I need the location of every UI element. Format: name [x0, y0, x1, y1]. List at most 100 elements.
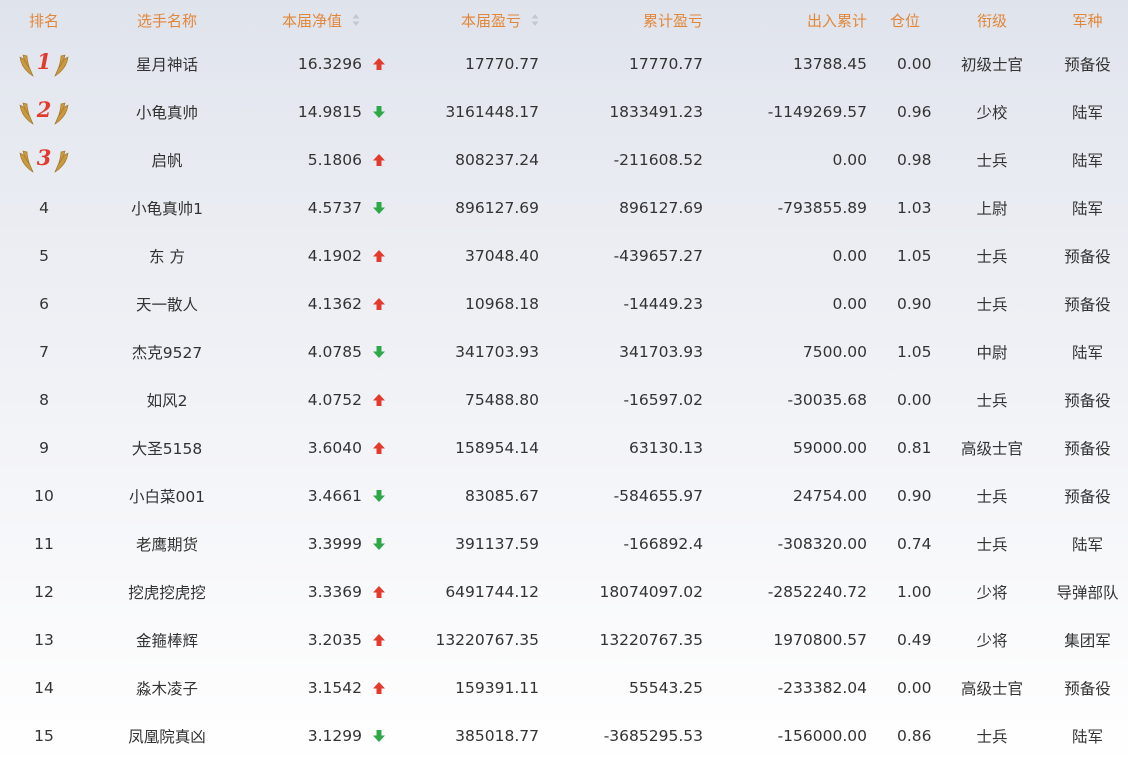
pl-value: 896127.69 — [455, 199, 539, 217]
table-row[interactable]: 1 星月神话 16.3296 17770.77 17770.77 13788.4… — [0, 40, 1128, 88]
rank-number: 4 — [39, 199, 49, 217]
nav-cell: 14.9815 — [246, 88, 406, 136]
player-name[interactable]: 凤凰院真凶 — [88, 712, 246, 760]
rank-cell: 3 — [0, 136, 88, 184]
cum-pl-value: 341703.93 — [619, 343, 703, 361]
arrow-up-icon — [372, 393, 386, 407]
table-row[interactable]: 3 启帆 5.1806 808237.24 -211608.52 0.00 0.… — [0, 136, 1128, 184]
rank-number: 3 — [36, 145, 52, 170]
nav-cell: 4.5737 — [246, 184, 406, 232]
table-row[interactable]: 8 如风2 4.0752 75488.80 -16597.02 -30035.6… — [0, 376, 1128, 424]
ranking-table: 排名 选手名称 本届净值 本届盈亏 累计盈亏 出入累计 仓位 衔级 军种 1 星… — [0, 0, 1128, 760]
player-name[interactable]: 东 方 — [88, 232, 246, 280]
position-value: 0.00 — [897, 391, 932, 409]
rank-cell: 5 — [0, 232, 88, 280]
sort-icon[interactable] — [352, 13, 360, 27]
table-row[interactable]: 14 淼木凌子 3.1542 159391.11 55543.25 -23338… — [0, 664, 1128, 712]
cum-pl-value: 55543.25 — [629, 679, 703, 697]
nav-cell: 3.6040 — [246, 424, 406, 472]
player-name[interactable]: 小龟真帅 — [88, 88, 246, 136]
table-row[interactable]: 2 小龟真帅 14.9815 3161448.17 1833491.23 -11… — [0, 88, 1128, 136]
rank-number: 5 — [39, 247, 49, 265]
arm-value: 陆军 — [1071, 536, 1103, 554]
arrow-down-icon — [372, 489, 386, 503]
table-row[interactable]: 11 老鹰期货 3.3999 391137.59 -166892.4 -3083… — [0, 520, 1128, 568]
nav-value: 4.0752 — [307, 391, 362, 409]
cum-pl-value: -14449.23 — [623, 295, 703, 313]
rank-cell: 8 — [0, 376, 88, 424]
table-row[interactable]: 15 凤凰院真凶 3.1299 385018.77 -3685295.53 -1… — [0, 712, 1128, 760]
nav-cell: 4.0752 — [246, 376, 406, 424]
arm-value: 导弹部队 — [1056, 584, 1119, 602]
player-name[interactable]: 天一散人 — [88, 280, 246, 328]
cum-pl-value: 13220767.35 — [599, 631, 703, 649]
player-name[interactable]: 如风2 — [88, 376, 246, 424]
arm-value: 预备役 — [1064, 488, 1111, 506]
table-row[interactable]: 5 东 方 4.1902 37048.40 -439657.27 0.00 1.… — [0, 232, 1128, 280]
pl-value: 385018.77 — [455, 727, 539, 745]
nav-value: 4.0785 — [307, 343, 362, 361]
nav-cell: 4.0785 — [246, 328, 406, 376]
table-row[interactable]: 10 小白菜001 3.4661 83085.67 -584655.97 247… — [0, 472, 1128, 520]
arm-value: 预备役 — [1064, 392, 1111, 410]
player-name[interactable]: 小白菜001 — [88, 472, 246, 520]
rank-cell: 10 — [0, 472, 88, 520]
table-row[interactable]: 4 小龟真帅1 4.5737 896127.69 896127.69 -7938… — [0, 184, 1128, 232]
sort-icon[interactable] — [531, 13, 539, 27]
cum-pl-value: -16597.02 — [623, 391, 703, 409]
header-position: 仓位 — [889, 11, 920, 30]
position-value: 0.96 — [897, 103, 932, 121]
player-name[interactable]: 挖虎挖虎挖 — [88, 568, 246, 616]
io-value: -2852240.72 — [767, 583, 867, 601]
title-value: 中尉 — [976, 344, 1008, 362]
nav-cell: 4.1902 — [246, 232, 406, 280]
pl-value: 341703.93 — [455, 343, 539, 361]
nav-cell: 3.1542 — [246, 664, 406, 712]
player-name[interactable]: 小龟真帅1 — [88, 184, 246, 232]
header-nav-sortable[interactable]: 本届净值 — [246, 0, 406, 40]
table-header: 排名 选手名称 本届净值 本届盈亏 累计盈亏 出入累计 仓位 衔级 军种 — [0, 0, 1128, 40]
table-row[interactable]: 9 大圣5158 3.6040 158954.14 63130.13 59000… — [0, 424, 1128, 472]
medal-icon: 1 — [18, 49, 70, 79]
pl-value: 10968.18 — [465, 295, 539, 313]
io-value: 0.00 — [832, 247, 867, 265]
io-value: 1970800.57 — [773, 631, 867, 649]
player-name[interactable]: 星月神话 — [88, 40, 246, 88]
table-row[interactable]: 7 杰克9527 4.0785 341703.93 341703.93 7500… — [0, 328, 1128, 376]
cum-pl-value: 896127.69 — [619, 199, 703, 217]
arrow-up-icon — [372, 297, 386, 311]
header-cum-pl: 累计盈亏 — [642, 11, 703, 30]
nav-cell: 5.1806 — [246, 136, 406, 184]
nav-cell: 4.1362 — [246, 280, 406, 328]
rank-cell: 4 — [0, 184, 88, 232]
arrow-down-icon — [372, 105, 386, 119]
title-value: 高级士官 — [960, 680, 1023, 698]
player-name[interactable]: 淼木凌子 — [88, 664, 246, 712]
title-value: 初级士官 — [960, 56, 1023, 74]
header-pl-sortable[interactable]: 本届盈亏 — [406, 0, 566, 40]
cum-pl-value: -3685295.53 — [603, 727, 703, 745]
position-value: 0.00 — [897, 679, 932, 697]
cum-pl-value: 1833491.23 — [609, 103, 703, 121]
nav-value: 14.9815 — [297, 103, 362, 121]
pl-value: 13220767.35 — [435, 631, 539, 649]
nav-value: 5.1806 — [307, 151, 362, 169]
table-row[interactable]: 6 天一散人 4.1362 10968.18 -14449.23 0.00 0.… — [0, 280, 1128, 328]
title-value: 士兵 — [976, 248, 1008, 266]
player-name[interactable]: 杰克9527 — [88, 328, 246, 376]
nav-value: 3.4661 — [307, 487, 362, 505]
io-value: -30035.68 — [787, 391, 867, 409]
pl-value: 159391.11 — [455, 679, 539, 697]
rank-number: 8 — [39, 391, 49, 409]
arrow-up-icon — [372, 681, 386, 695]
player-name[interactable]: 老鹰期货 — [88, 520, 246, 568]
player-name[interactable]: 金箍棒辉 — [88, 616, 246, 664]
rank-number: 1 — [36, 49, 52, 74]
table-row[interactable]: 13 金箍棒辉 3.2035 13220767.35 13220767.35 1… — [0, 616, 1128, 664]
position-value: 1.00 — [897, 583, 932, 601]
player-name[interactable]: 大圣5158 — [88, 424, 246, 472]
cum-pl-value: -166892.4 — [623, 535, 703, 553]
header-rank: 排名 — [28, 11, 59, 30]
table-row[interactable]: 12 挖虎挖虎挖 3.3369 6491744.12 18074097.02 -… — [0, 568, 1128, 616]
player-name[interactable]: 启帆 — [88, 136, 246, 184]
